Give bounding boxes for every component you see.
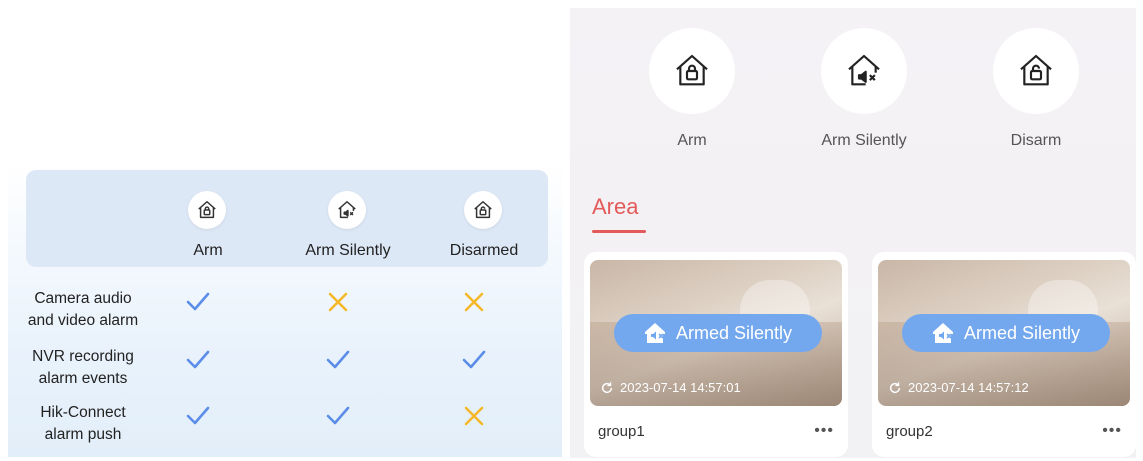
timestamp: 2023-07-14 14:57:12 <box>888 380 1029 395</box>
app-screen: Arm Arm Silently Disarm Area Armed Silen… <box>570 8 1136 458</box>
status-badge: Armed Silently <box>614 314 822 352</box>
row-label-hik-connect: Hik-Connect alarm push <box>8 402 158 446</box>
arm-silently-button[interactable]: Arm Silently <box>794 8 934 168</box>
check-icon <box>324 402 352 430</box>
tab-underline <box>592 230 646 233</box>
table-header: Arm Arm Silently Disarmed <box>26 170 548 267</box>
house-mute-icon <box>932 323 953 343</box>
cross-icon <box>460 402 488 430</box>
more-options-icon[interactable]: ••• <box>1102 422 1122 440</box>
column-arm-silently: Arm Silently <box>288 170 408 267</box>
status-text: Armed Silently <box>963 322 1081 343</box>
timestamp-text: 2023-07-14 14:57:01 <box>620 380 741 395</box>
house-lock-icon <box>188 191 226 229</box>
column-disarmed: Disarmed <box>424 170 544 267</box>
mode-label: Arm <box>677 132 707 149</box>
group-name: group1 <box>598 423 645 440</box>
column-arm: Arm <box>148 170 268 267</box>
house-unlock-icon <box>464 191 502 229</box>
column-label: Disarmed <box>449 242 519 259</box>
refresh-icon <box>601 381 613 393</box>
row-label-camera-alarm: Camera audio and video alarm <box>8 288 158 332</box>
house-mute-icon <box>328 191 366 229</box>
area-card-group1[interactable]: Armed Silently 2023-07-14 14:57:01 group… <box>584 252 848 457</box>
house-mute-icon <box>644 323 665 343</box>
timestamp: 2023-07-14 14:57:01 <box>600 380 741 395</box>
row-label-line: Hik-Connect <box>40 404 126 421</box>
house-unlock-icon[interactable] <box>993 28 1079 114</box>
refresh-icon <box>889 381 901 393</box>
column-label: Arm Silently <box>305 242 391 259</box>
row-label-line: NVR recording <box>32 348 134 365</box>
tab-area[interactable]: Area <box>592 194 638 220</box>
arm-button[interactable]: Arm <box>622 8 762 168</box>
house-mute-icon[interactable] <box>821 28 907 114</box>
mode-comparison-table: Arm Arm Silently Disarmed Camera audio a… <box>8 162 562 457</box>
more-options-icon[interactable]: ••• <box>814 422 834 440</box>
row-label-line: Camera audio <box>34 290 132 307</box>
check-icon <box>324 346 352 374</box>
check-icon <box>184 346 212 374</box>
disarm-button[interactable]: Disarm <box>966 8 1106 168</box>
check-icon <box>184 288 212 316</box>
status-text: Armed Silently <box>675 322 793 343</box>
group-name: group2 <box>886 423 933 440</box>
column-label: Arm <box>193 242 223 259</box>
status-badge: Armed Silently <box>902 314 1110 352</box>
cross-icon <box>324 288 352 316</box>
mode-label: Arm Silently <box>821 132 907 149</box>
row-label-nvr-recording: NVR recording alarm events <box>8 346 158 390</box>
area-photo: Armed Silently 2023-07-14 14:57:12 <box>878 260 1130 406</box>
timestamp-text: 2023-07-14 14:57:12 <box>908 380 1029 395</box>
row-label-line: and video alarm <box>27 312 139 329</box>
row-label-line: alarm push <box>44 426 122 443</box>
area-photo: Armed Silently 2023-07-14 14:57:01 <box>590 260 842 406</box>
row-label-line: alarm events <box>38 370 128 387</box>
mode-label: Disarm <box>1010 132 1062 149</box>
house-lock-icon[interactable] <box>649 28 735 114</box>
cross-icon <box>460 288 488 316</box>
check-icon <box>460 346 488 374</box>
area-card-group2[interactable]: Armed Silently 2023-07-14 14:57:12 group… <box>872 252 1136 457</box>
check-icon <box>184 402 212 430</box>
